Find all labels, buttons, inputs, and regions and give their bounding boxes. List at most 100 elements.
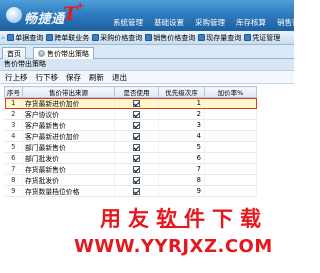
row-source[interactable]: 客户协议价 bbox=[22, 108, 115, 120]
row-source[interactable]: 客户最新进价加价 bbox=[22, 130, 115, 142]
table-row[interactable]: 1 存货最新进价加价 1 bbox=[4, 97, 257, 109]
header-markup[interactable]: 加价率% bbox=[204, 86, 257, 98]
menu-sales-management[interactable]: 销售管理 bbox=[277, 17, 307, 28]
menu-system-management[interactable]: 系统管理 bbox=[113, 17, 143, 28]
used-checkbox[interactable] bbox=[133, 99, 140, 107]
table-row[interactable]: 6 部门批发价 6 bbox=[4, 152, 257, 164]
exit-button[interactable]: 退出 bbox=[112, 72, 127, 83]
table-row[interactable]: 2 客户协议价 2 bbox=[4, 108, 257, 120]
price-icon bbox=[92, 34, 100, 41]
module-label: 凭证管理 bbox=[252, 33, 281, 42]
table-row[interactable]: 7 存货最新售价 7 bbox=[4, 163, 257, 175]
header-no[interactable]: 序号 bbox=[4, 86, 23, 98]
module-toolbar: » 单据查询 跨单联业务 采购价格查询 销售价格查询 现存量查询 凭证管理 bbox=[0, 31, 294, 45]
table-row[interactable]: 8 存货批发价 8 bbox=[4, 174, 257, 186]
row-markup[interactable] bbox=[204, 108, 257, 120]
used-checkbox[interactable] bbox=[133, 176, 140, 184]
row-source[interactable]: 存货最新售价 bbox=[22, 163, 115, 175]
row-priority[interactable]: 7 bbox=[158, 163, 205, 175]
row-markup[interactable] bbox=[204, 185, 257, 197]
header-source[interactable]: 售价带出来源 bbox=[22, 86, 115, 98]
module-document-query[interactable]: » 单据查询 bbox=[1, 33, 43, 43]
used-checkbox[interactable] bbox=[133, 132, 140, 140]
refresh-button[interactable]: 刷新 bbox=[89, 72, 104, 83]
grid-header-row: 序号 售价带出来源 是否使用 优先级次序 加价率% bbox=[4, 86, 257, 98]
table-row[interactable]: 9 存货数量档位价格 9 bbox=[4, 185, 257, 197]
stock-icon bbox=[198, 34, 206, 41]
row-used-cell bbox=[114, 130, 159, 142]
row-markup[interactable] bbox=[204, 119, 257, 131]
row-markup[interactable] bbox=[204, 163, 257, 175]
row-priority[interactable]: 1 bbox=[158, 97, 205, 109]
used-checkbox[interactable] bbox=[133, 121, 140, 129]
module-sales-price-query[interactable]: 销售价格查询 bbox=[145, 33, 195, 43]
row-used-cell bbox=[114, 174, 159, 186]
module-purchase-price-query[interactable]: 采购价格查询 bbox=[92, 33, 142, 43]
row-no: 2 bbox=[4, 108, 23, 120]
row-source[interactable]: 部门最新售价 bbox=[22, 141, 115, 153]
menu-inventory-accounting[interactable]: 库存核算 bbox=[236, 17, 266, 28]
row-priority[interactable]: 5 bbox=[158, 141, 205, 153]
table-row[interactable]: 5 部门最新售价 5 bbox=[4, 141, 257, 153]
row-no: 4 bbox=[4, 130, 23, 142]
used-checkbox[interactable] bbox=[133, 154, 140, 162]
row-no: 6 bbox=[4, 152, 23, 164]
module-label: 现存量查询 bbox=[206, 33, 242, 42]
price-icon bbox=[145, 34, 153, 41]
row-used-cell bbox=[114, 108, 159, 120]
row-no: 5 bbox=[4, 141, 23, 153]
menu-basic-settings[interactable]: 基础设置 bbox=[154, 17, 184, 28]
app-header: 畅捷通 T + 系统管理 基础设置 采购管理 库存核算 销售管理 bbox=[0, 0, 307, 31]
row-source[interactable]: 客户最新售价 bbox=[22, 119, 115, 131]
save-button[interactable]: 保存 bbox=[66, 72, 81, 83]
row-used-cell bbox=[114, 119, 159, 131]
row-markup[interactable] bbox=[204, 141, 257, 153]
tab-price-strategy[interactable]: × 售价带出策略 bbox=[33, 47, 94, 59]
used-checkbox[interactable] bbox=[133, 165, 140, 173]
row-priority[interactable]: 3 bbox=[158, 119, 205, 131]
header-used[interactable]: 是否使用 bbox=[114, 86, 159, 98]
row-priority[interactable]: 4 bbox=[158, 130, 205, 142]
row-markup[interactable] bbox=[204, 97, 257, 109]
tab-home[interactable]: 首页 bbox=[2, 47, 26, 59]
row-source[interactable]: 存货数量档位价格 bbox=[22, 185, 115, 197]
logo-icon bbox=[6, 7, 22, 23]
document-icon bbox=[7, 34, 15, 41]
row-source[interactable]: 存货批发价 bbox=[22, 174, 115, 186]
row-markup[interactable] bbox=[204, 152, 257, 164]
row-priority[interactable]: 8 bbox=[158, 174, 205, 186]
row-used-cell bbox=[114, 185, 159, 197]
module-label: 销售价格查询 bbox=[153, 33, 196, 42]
row-source[interactable]: 部门批发价 bbox=[22, 152, 115, 164]
close-icon[interactable]: × bbox=[38, 50, 45, 57]
row-markup[interactable] bbox=[204, 174, 257, 186]
row-source[interactable]: 存货最新进价加价 bbox=[22, 97, 115, 109]
table-row[interactable]: 3 客户最新售价 3 bbox=[4, 119, 257, 131]
logo-plus: + bbox=[76, 1, 85, 12]
module-voucher-management[interactable]: 凭证管理 bbox=[244, 33, 280, 43]
logo-text: 畅捷通 bbox=[24, 12, 65, 27]
move-down-button[interactable]: 行下移 bbox=[36, 72, 59, 83]
used-checkbox[interactable] bbox=[133, 110, 140, 118]
row-priority[interactable]: 6 bbox=[158, 152, 205, 164]
module-label: 采购价格查询 bbox=[100, 33, 143, 42]
module-cross-business[interactable]: 跨单联业务 bbox=[46, 33, 89, 43]
used-checkbox[interactable] bbox=[133, 187, 140, 195]
menu-purchase-management[interactable]: 采购管理 bbox=[195, 17, 225, 28]
row-markup[interactable] bbox=[204, 130, 257, 142]
used-checkbox[interactable] bbox=[133, 143, 140, 151]
move-up-button[interactable]: 行上移 bbox=[5, 72, 28, 83]
separator-icon: » bbox=[1, 33, 6, 42]
row-no: 9 bbox=[4, 185, 23, 197]
row-priority[interactable]: 9 bbox=[158, 185, 205, 197]
row-no: 8 bbox=[4, 174, 23, 186]
voucher-icon bbox=[244, 34, 252, 41]
table-row[interactable]: 4 客户最新进价加价 4 bbox=[4, 130, 257, 142]
watermark-underline bbox=[160, 226, 187, 228]
module-stock-query[interactable]: 现存量查询 bbox=[198, 33, 241, 43]
watermark-url: WWW.YYRJXZ.COM bbox=[74, 236, 273, 257]
header-priority[interactable]: 优先级次序 bbox=[158, 86, 205, 98]
row-used-cell bbox=[114, 141, 159, 153]
row-used-cell bbox=[114, 163, 159, 175]
row-priority[interactable]: 2 bbox=[158, 108, 205, 120]
